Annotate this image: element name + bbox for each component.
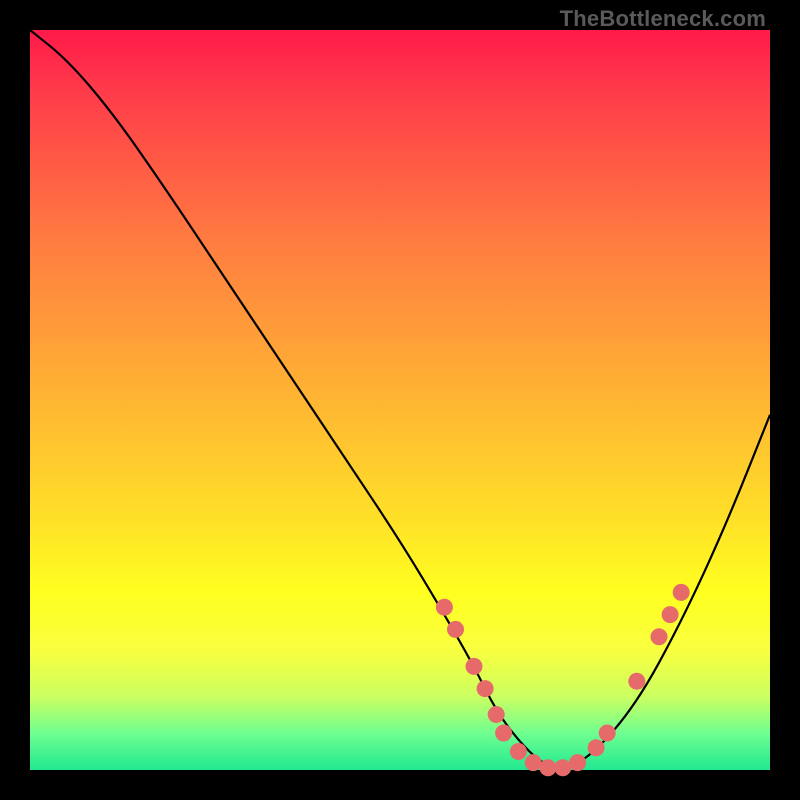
- bottleneck-chart: [30, 30, 770, 770]
- bottleneck-curve-line: [30, 30, 770, 768]
- bottleneck-markers: [436, 584, 690, 776]
- marker-point: [466, 658, 483, 675]
- marker-point: [569, 754, 586, 771]
- watermark-text: TheBottleneck.com: [560, 6, 766, 32]
- marker-point: [525, 754, 542, 771]
- marker-point: [540, 759, 557, 776]
- marker-point: [447, 621, 464, 638]
- marker-point: [651, 628, 668, 645]
- marker-point: [673, 584, 690, 601]
- marker-point: [588, 739, 605, 756]
- marker-point: [510, 743, 527, 760]
- marker-point: [436, 599, 453, 616]
- marker-point: [628, 673, 645, 690]
- marker-point: [554, 759, 571, 776]
- marker-point: [599, 725, 616, 742]
- marker-point: [495, 725, 512, 742]
- marker-point: [488, 706, 505, 723]
- marker-point: [662, 606, 679, 623]
- marker-point: [477, 680, 494, 697]
